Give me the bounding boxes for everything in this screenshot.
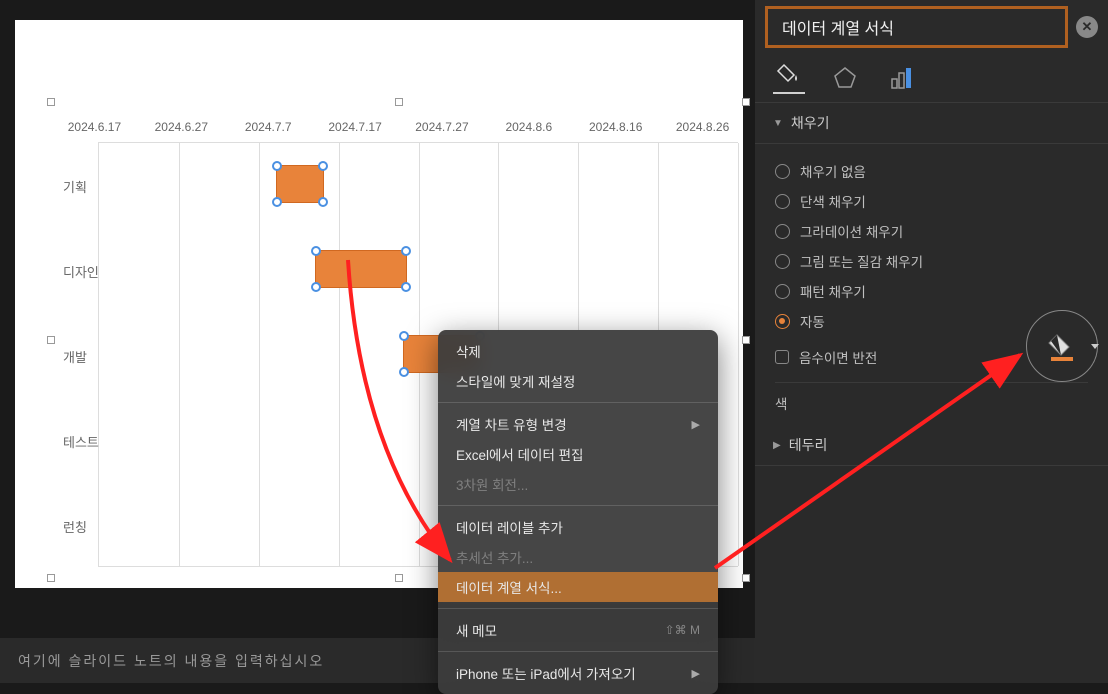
- y-label-0: 기획: [63, 177, 87, 196]
- resize-handle-icon[interactable]: [272, 197, 282, 207]
- close-button[interactable]: ✕: [1076, 16, 1098, 38]
- date-label-1: 2024.6.27: [138, 120, 225, 140]
- radio-icon: [775, 284, 790, 299]
- format-tabs: [755, 54, 1108, 103]
- menu-divider: [438, 608, 718, 609]
- context-menu: 삭제 스타일에 맞게 재설정 계열 차트 유형 변경 ▶ Excel에서 데이터…: [438, 330, 718, 694]
- radio-icon: [775, 254, 790, 269]
- radio-icon: [775, 164, 790, 179]
- fill-options-body: 채우기 없음 단색 채우기 그라데이션 채우기 그림 또는 질감 채우기 패턴 …: [755, 144, 1108, 425]
- menu-change-series-type[interactable]: 계열 차트 유형 변경 ▶: [438, 409, 718, 439]
- menu-divider: [438, 505, 718, 506]
- checkbox-icon: [775, 350, 789, 364]
- resize-handle-icon[interactable]: [318, 161, 328, 171]
- menu-divider: [438, 651, 718, 652]
- resize-handle-icon[interactable]: [399, 367, 409, 377]
- bar-chart-icon: [888, 65, 914, 91]
- resize-handle-icon[interactable]: [401, 246, 411, 256]
- y-label-1: 디자인: [63, 262, 99, 281]
- tab-fill-line[interactable]: [773, 62, 805, 94]
- menu-import-ios[interactable]: iPhone 또는 iPad에서 가져오기 ▶: [438, 658, 718, 688]
- x-axis-dates: 2024.6.17 2024.6.27 2024.7.7 2024.7.17 2…: [51, 120, 746, 140]
- chevron-right-icon: ▶: [692, 418, 700, 431]
- tab-effects[interactable]: [829, 62, 861, 94]
- radio-gradient-fill[interactable]: 그라데이션 채우기: [775, 216, 1088, 246]
- paint-bucket-icon: [1047, 331, 1077, 361]
- y-label-4: 런칭: [63, 517, 87, 536]
- dropdown-triangle-icon: [1091, 342, 1099, 350]
- chevron-right-icon: ▶: [773, 440, 781, 451]
- chevron-down-icon: ▼: [773, 118, 783, 129]
- radio-picture-fill[interactable]: 그림 또는 질감 채우기: [775, 246, 1088, 276]
- radio-icon: [775, 314, 790, 329]
- y-label-2: 개발: [63, 347, 87, 366]
- date-label-6: 2024.8.16: [572, 120, 659, 140]
- menu-new-comment[interactable]: 새 메모 ⇧⌘ M: [438, 615, 718, 645]
- notes-placeholder: 여기에 슬라이드 노트의 내용을 입력하십시오: [18, 653, 324, 669]
- gantt-bar-planning[interactable]: [276, 165, 324, 203]
- pentagon-icon: [832, 65, 858, 91]
- panel-title: 데이터 계열 서식: [765, 6, 1068, 48]
- menu-format-data-series[interactable]: 데이터 계열 서식...: [438, 572, 718, 602]
- chevron-right-icon: ▶: [692, 667, 700, 680]
- date-label-0: 2024.6.17: [51, 120, 138, 140]
- color-picker-button[interactable]: [1026, 310, 1098, 382]
- color-label: 색: [775, 393, 787, 413]
- radio-pattern-fill[interactable]: 패턴 채우기: [775, 276, 1088, 306]
- tab-series-options[interactable]: [885, 62, 917, 94]
- resize-handle-icon[interactable]: [401, 282, 411, 292]
- divider: [775, 382, 1088, 383]
- resize-handle-icon[interactable]: [272, 161, 282, 171]
- format-panel: 데이터 계열 서식 ✕ ▼ 채우기: [755, 0, 1108, 683]
- menu-add-trendline: 추세선 추가...: [438, 542, 718, 572]
- menu-add-data-label[interactable]: 데이터 레이블 추가: [438, 512, 718, 542]
- menu-reset-style[interactable]: 스타일에 맞게 재설정: [438, 366, 718, 396]
- resize-handle-icon[interactable]: [311, 282, 321, 292]
- gantt-bar-design[interactable]: [315, 250, 407, 288]
- menu-3d-rotate: 3차원 회전...: [438, 469, 718, 499]
- resize-handle-icon[interactable]: [399, 331, 409, 341]
- section-fill-header[interactable]: ▼ 채우기: [755, 103, 1108, 144]
- date-label-4: 2024.7.27: [399, 120, 486, 140]
- paint-bucket-icon: [776, 61, 802, 87]
- date-label-5: 2024.8.6: [485, 120, 572, 140]
- date-label-7: 2024.8.26: [659, 120, 746, 140]
- resize-handle-icon[interactable]: [318, 197, 328, 207]
- menu-delete[interactable]: 삭제: [438, 336, 718, 366]
- section-border-header[interactable]: ▶ 테두리: [755, 425, 1108, 466]
- y-axis-labels: 기획 디자인 개발 테스트 런칭: [51, 142, 111, 567]
- resize-handle-icon[interactable]: [311, 246, 321, 256]
- radio-solid-fill[interactable]: 단색 채우기: [775, 186, 1088, 216]
- date-label-2: 2024.7.7: [225, 120, 312, 140]
- menu-divider: [438, 402, 718, 403]
- radio-no-fill[interactable]: 채우기 없음: [775, 156, 1088, 186]
- menu-edit-excel[interactable]: Excel에서 데이터 편집: [438, 439, 718, 469]
- date-label-3: 2024.7.17: [312, 120, 399, 140]
- keyboard-shortcut: ⇧⌘ M: [665, 623, 700, 637]
- y-label-3: 테스트: [63, 432, 99, 451]
- radio-icon: [775, 194, 790, 209]
- radio-icon: [775, 224, 790, 239]
